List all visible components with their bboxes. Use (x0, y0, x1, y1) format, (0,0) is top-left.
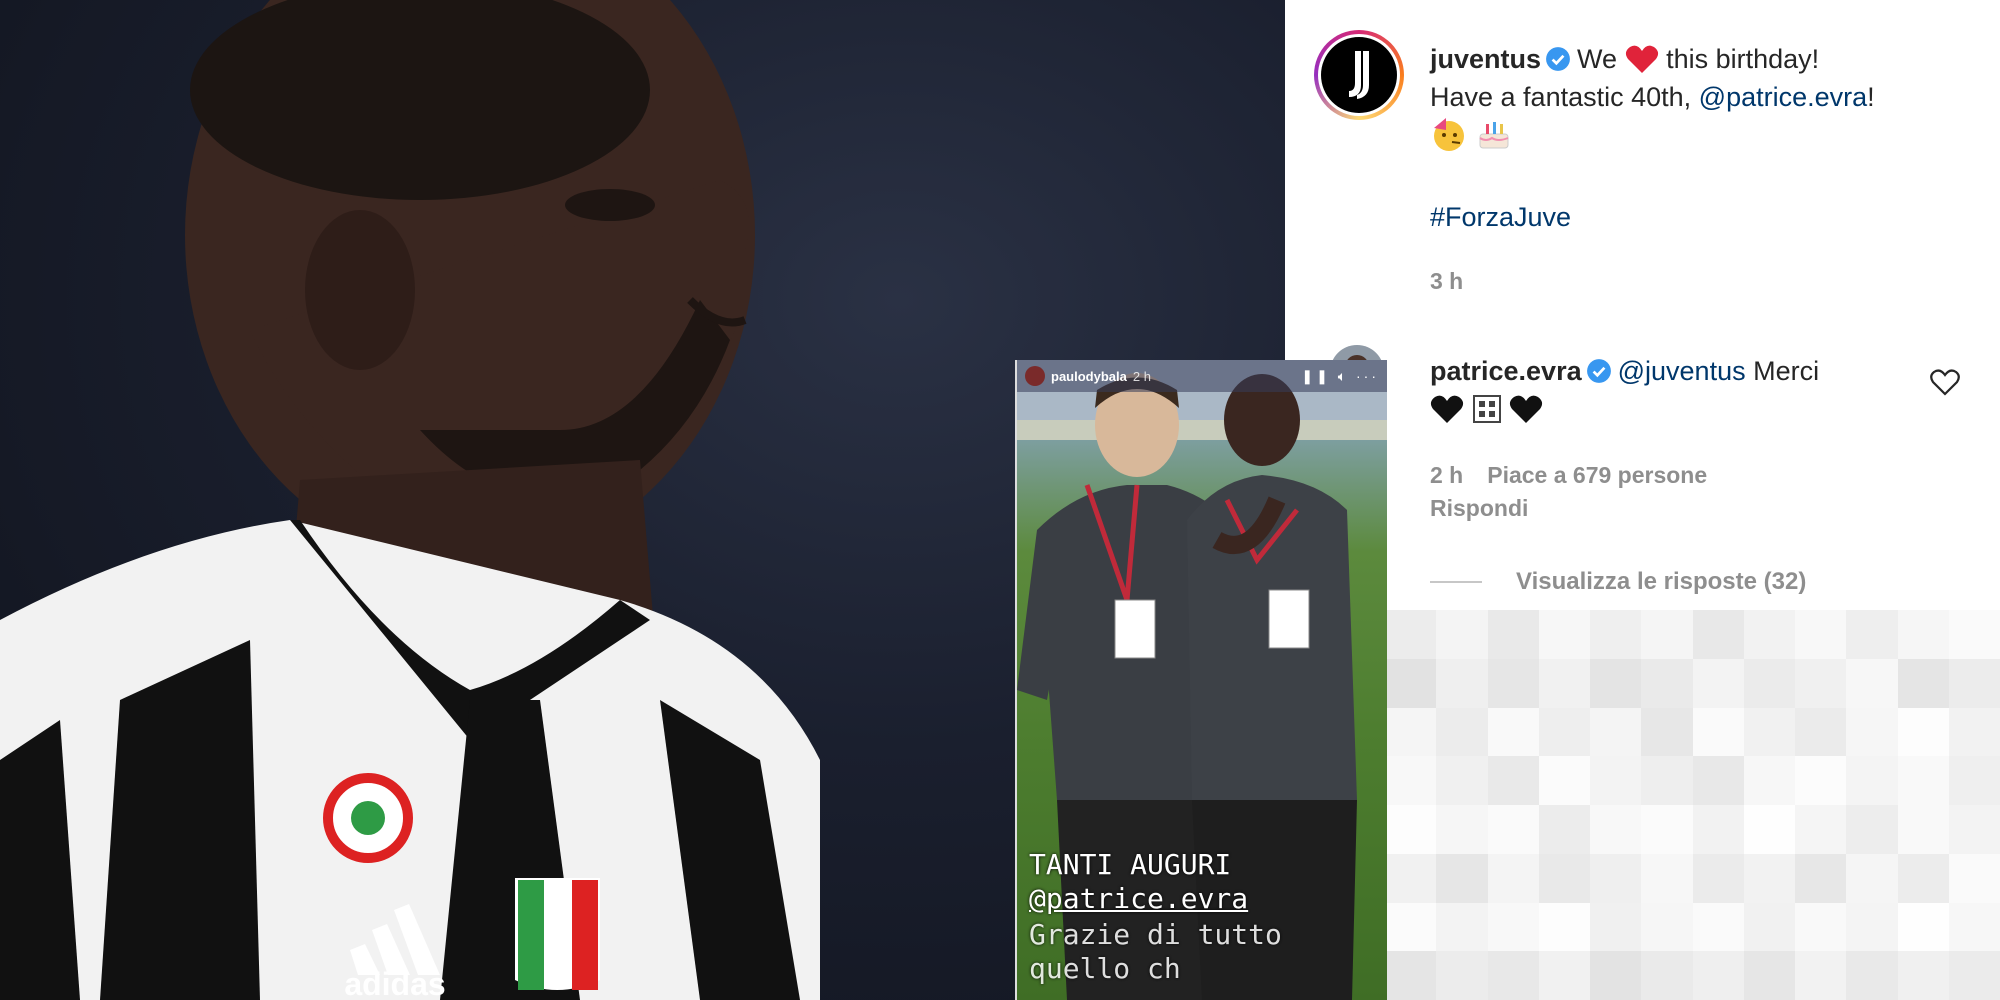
comment-mention-link[interactable]: @juventus (1618, 356, 1746, 386)
unknown-glyph-icon (1472, 395, 1501, 423)
adidas-wordmark: adidas (344, 966, 445, 1000)
story-text-mention[interactable]: @patrice.evra (1029, 882, 1387, 916)
comment-body: patrice.evra @juventus Merci (1430, 352, 1930, 428)
post-username[interactable]: juventus (1430, 44, 1541, 74)
post-timestamp: 3 h (1430, 268, 1464, 294)
post-mention-link[interactable]: @patrice.evra (1699, 82, 1867, 112)
pixelated-redacted-comments (1385, 610, 2000, 1000)
post-caption: juventus We this birthday! Have a fantast… (1430, 40, 1990, 156)
comment-text: Merci (1753, 356, 1820, 386)
red-heart-icon (1625, 45, 1658, 73)
story-header: paulodybala 2 h ❚❚ 🔈︎ ··· (1017, 360, 1387, 392)
verified-badge-icon (1586, 359, 1611, 383)
story-overlay-text: TANTI AUGURI @patrice.evra Grazie di tut… (1029, 848, 1387, 986)
story-avatar[interactable] (1025, 366, 1045, 386)
black-heart-icon (1430, 395, 1464, 423)
story-username[interactable]: paulodybala (1051, 369, 1127, 384)
caption-text-2: this birthday! (1666, 44, 1820, 74)
caption-text-1: We (1577, 44, 1618, 74)
partying-face-icon (1434, 118, 1464, 151)
instagram-post-panel: juventus We this birthday! Have a fantast… (1285, 0, 2000, 1000)
comment-likes-count[interactable]: Piace a 679 persone (1487, 462, 1707, 488)
more-options-icon[interactable]: ··· (1356, 368, 1379, 384)
caption-text-3: Have a fantastic 40th, (1430, 82, 1692, 112)
instagram-story-screenshot: paulodybala 2 h ❚❚ 🔈︎ ··· TANTI AUGURI @… (1015, 360, 1387, 1000)
caption-exclamation: ! (1867, 82, 1875, 112)
post-hashtag-link[interactable]: #ForzaJuve (1430, 198, 1571, 236)
replies-divider (1430, 581, 1482, 583)
view-replies-button[interactable]: Visualizza le risposte (32) (1430, 563, 1806, 601)
comment-timestamp: 2 h (1430, 462, 1464, 488)
story-controls[interactable]: ❚❚ 🔈︎ ··· (1301, 368, 1379, 385)
birthday-cake-icon (1478, 122, 1509, 149)
like-comment-heart-icon[interactable] (1930, 368, 1960, 396)
reply-button[interactable]: Rispondi (1430, 489, 1528, 527)
story-timestamp: 2 h (1132, 368, 1151, 384)
juventus-logo-icon (1349, 51, 1369, 99)
pause-icon[interactable]: ❚❚ (1301, 368, 1330, 384)
story-text-line1: TANTI AUGURI (1029, 848, 1232, 881)
comment-username[interactable]: patrice.evra (1430, 356, 1582, 386)
mute-icon[interactable]: 🔈︎ (1338, 368, 1349, 384)
story-text-line3: Grazie di tutto quello ch (1029, 918, 1282, 985)
verified-badge-icon (1546, 47, 1570, 71)
juventus-avatar[interactable] (1314, 30, 1404, 120)
view-replies-label: Visualizza le risposte (32) (1516, 568, 1807, 595)
black-heart-icon (1509, 395, 1543, 423)
